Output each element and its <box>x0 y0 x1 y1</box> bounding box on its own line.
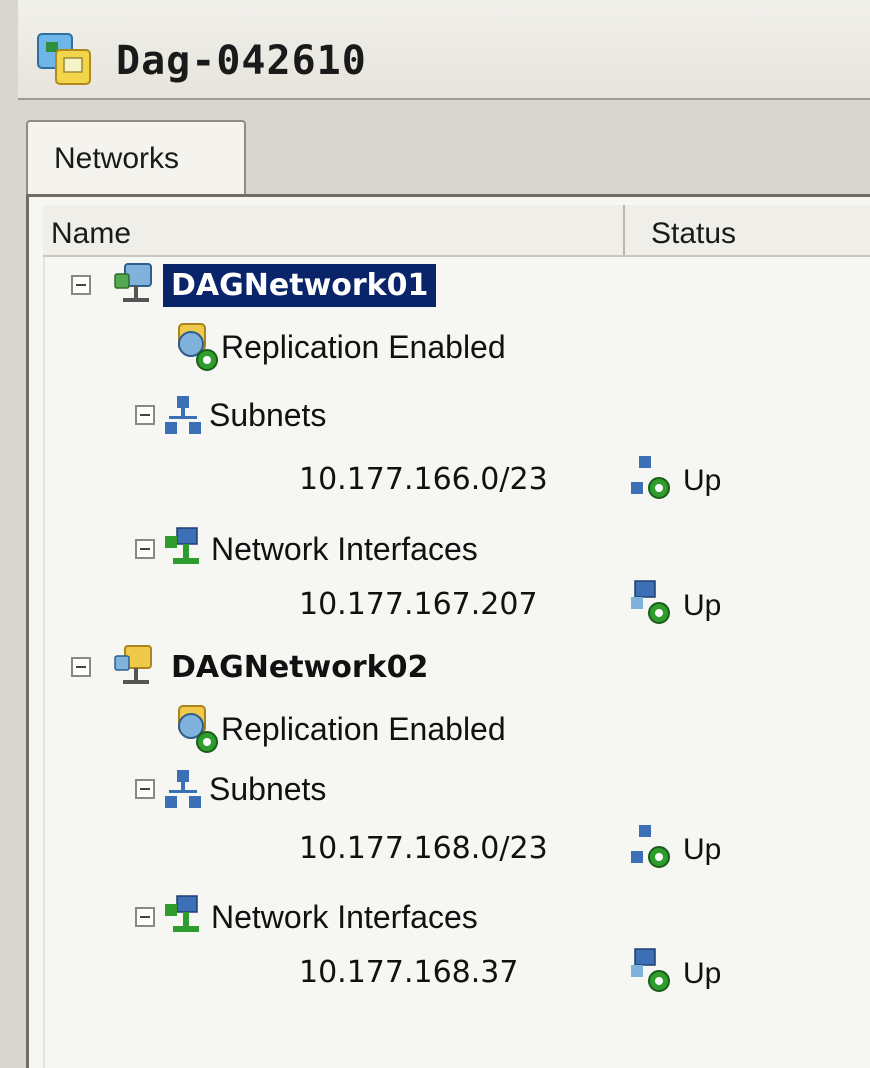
tree-row-network-interfaces[interactable]: Network Interfaces <box>135 519 478 579</box>
tab-label: Networks <box>54 142 180 175</box>
replication-label: Replication Enabled <box>221 328 506 365</box>
network-interfaces-icon <box>165 527 199 564</box>
subnet-up-icon <box>631 825 670 868</box>
network-icon <box>114 645 152 684</box>
tree-row-subnets[interactable]: Subnets <box>135 385 326 445</box>
dag-window: Dag-042610 Networks Name Status DAGNetwo… <box>0 0 870 1068</box>
tree-row-replication[interactable]: Replication Enabled <box>171 317 506 377</box>
network-name[interactable]: DAGNetwork02 <box>171 650 428 685</box>
interface-status: Up <box>683 589 722 622</box>
column-divider[interactable] <box>623 205 625 255</box>
collapse-toggle[interactable] <box>135 779 155 799</box>
subnets-label: Subnets <box>209 396 327 433</box>
network-interfaces-label: Network Interfaces <box>211 898 478 935</box>
interface-up-icon <box>631 580 670 624</box>
replication-label: Replication Enabled <box>221 710 506 747</box>
collapse-toggle[interactable] <box>71 275 91 295</box>
interface-up-icon <box>631 948 670 992</box>
subnet-status: Up <box>683 833 722 866</box>
tree-row-network-interfaces[interactable]: Network Interfaces <box>135 887 478 947</box>
interface-address[interactable]: 10.177.167.207 <box>299 587 538 622</box>
column-name[interactable]: Name <box>51 217 131 251</box>
network-interfaces-icon <box>165 895 199 932</box>
interface-status: Up <box>683 957 722 990</box>
tree-row-dagnetwork01[interactable]: DAGNetwork01 <box>71 255 437 315</box>
replication-enabled-icon <box>178 323 218 371</box>
subnet-address[interactable]: 10.177.168.0/23 <box>299 831 548 866</box>
subnet-address[interactable]: 10.177.166.0/23 <box>299 462 548 497</box>
network-name[interactable]: DAGNetwork01 <box>163 263 437 307</box>
title-bar: Dag-042610 <box>18 0 870 100</box>
collapse-toggle[interactable] <box>135 539 155 559</box>
networks-tree-panel: Name Status DAGNetwork01 Replication Ena… <box>26 194 870 1068</box>
tab-strip: Networks <box>18 100 870 198</box>
subnets-icon <box>165 770 201 808</box>
subnets-label: Subnets <box>209 770 327 807</box>
interface-address[interactable]: 10.177.168.37 <box>299 955 518 990</box>
tree-row-dagnetwork02[interactable]: DAGNetwork02 <box>71 637 428 697</box>
network-icon <box>114 263 152 302</box>
tree-row-subnets[interactable]: Subnets <box>135 759 326 819</box>
subnets-icon <box>165 396 201 434</box>
collapse-toggle[interactable] <box>135 405 155 425</box>
subnet-up-icon <box>631 456 670 499</box>
tab-networks[interactable]: Networks <box>26 120 246 198</box>
dag-icon <box>37 33 91 85</box>
network-interfaces-label: Network Interfaces <box>211 530 478 567</box>
tree-row-replication[interactable]: Replication Enabled <box>171 699 506 759</box>
collapse-toggle[interactable] <box>71 657 91 677</box>
column-header: Name Status <box>43 205 870 257</box>
replication-enabled-icon <box>178 705 218 753</box>
subnet-status: Up <box>683 464 722 497</box>
column-status[interactable]: Status <box>651 217 736 251</box>
window-title: Dag-042610 <box>116 38 367 84</box>
collapse-toggle[interactable] <box>135 907 155 927</box>
panel-edge <box>43 257 45 1068</box>
